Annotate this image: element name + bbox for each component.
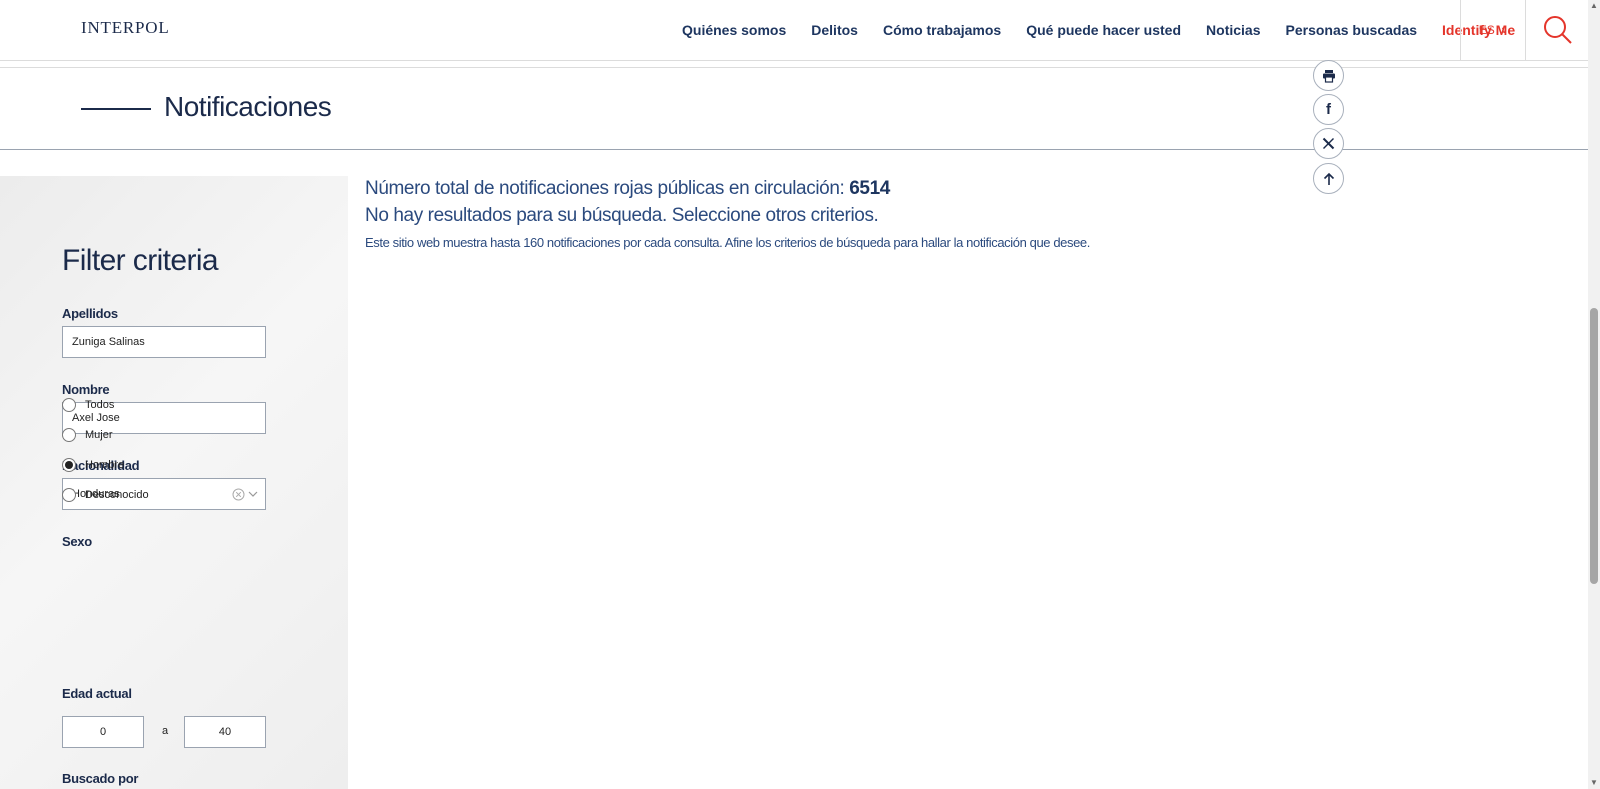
surname-input[interactable]: Zuniga Salinas <box>62 326 266 358</box>
facebook-share-button[interactable]: f <box>1313 94 1344 125</box>
surname-label: Apellidos <box>62 306 118 321</box>
nav-noticias[interactable]: Noticias <box>1206 22 1260 38</box>
chevron-down-icon[interactable] <box>247 488 259 500</box>
wanted-by-label: Buscado por <box>62 771 139 786</box>
x-share-button[interactable] <box>1313 128 1344 159</box>
nav-personas-buscadas[interactable]: Personas buscadas <box>1286 22 1418 38</box>
name-label: Nombre <box>62 382 110 397</box>
no-results-message: No hay resultados para su búsqueda. Sele… <box>365 205 879 226</box>
chevron-down-icon: ∨ <box>1500 24 1508 35</box>
results-note: Este sitio web muestra hasta 160 notific… <box>365 235 1090 250</box>
nav-que-puede-hacer-usted[interactable]: Qué puede hacer usted <box>1026 22 1181 38</box>
x-icon <box>1322 137 1335 150</box>
radio-button[interactable] <box>62 398 76 412</box>
radio-button[interactable] <box>62 428 76 442</box>
sex-option-label: Hombre <box>85 459 125 471</box>
main-nav: Quiénes somos Delitos Cómo trabajamos Qué p… <box>682 0 1540 60</box>
sex-option[interactable]: Hombre <box>62 458 124 472</box>
results-total: Número total de notificaciones rojas púb… <box>365 178 890 200</box>
radio-button[interactable] <box>62 458 76 472</box>
sex-option[interactable]: Mujer <box>62 428 113 442</box>
sex-option[interactable]: Todos <box>62 398 114 412</box>
sex-option[interactable]: Desconocido <box>62 488 149 502</box>
radio-button[interactable] <box>62 488 76 502</box>
facebook-icon: f <box>1326 101 1331 118</box>
print-icon <box>1322 69 1335 83</box>
sex-label: Sexo <box>62 534 92 549</box>
back-to-top-button[interactable] <box>1313 163 1344 194</box>
sex-option-label: Todos <box>85 399 115 411</box>
nav-delitos[interactable]: Delitos <box>811 22 858 38</box>
scroll-up-icon[interactable]: ▲ <box>1588 0 1600 12</box>
title-divider <box>0 149 1588 150</box>
scrollbar-thumb[interactable] <box>1590 308 1598 584</box>
results-total-count: 6514 <box>849 178 890 199</box>
filter-sidebar: Filter criteria Apellidos Zuniga Salinas… <box>0 176 348 789</box>
age-label: Edad actual <box>62 686 132 701</box>
site-header: INTERPOL Quiénes somos Delitos Cómo trabaj… <box>0 0 1588 61</box>
nav-quienes-somos[interactable]: Quiénes somos <box>682 22 786 38</box>
language-selector[interactable]: ES ∨ <box>1460 0 1526 60</box>
results-total-label: Número total de notificaciones rojas púb… <box>365 178 845 199</box>
title-dash <box>81 108 151 110</box>
filter-title: Filter criteria <box>62 244 219 277</box>
age-min-input[interactable]: 0 <box>62 716 144 748</box>
search-button[interactable] <box>1540 12 1576 48</box>
header-divider <box>0 67 1588 68</box>
sex-option-label: Desconocido <box>85 489 149 501</box>
language-label: ES <box>1478 23 1495 37</box>
sex-option-label: Mujer <box>85 429 113 441</box>
scroll-down-icon[interactable]: ▼ <box>1588 777 1600 789</box>
clear-icon[interactable] <box>232 488 245 501</box>
select-controls <box>232 479 259 509</box>
print-button[interactable] <box>1313 60 1344 91</box>
age-max-input[interactable]: 40 <box>184 716 266 748</box>
interpol-logo[interactable]: INTERPOL <box>81 18 170 38</box>
nav-como-trabajamos[interactable]: Cómo trabajamos <box>883 22 1001 38</box>
arrow-up-icon <box>1323 172 1334 185</box>
page-title: Notificaciones <box>164 91 332 122</box>
page-scrollbar[interactable]: ▲ ▼ <box>1588 0 1600 789</box>
search-icon <box>1544 16 1572 44</box>
age-separator: a <box>162 725 169 737</box>
